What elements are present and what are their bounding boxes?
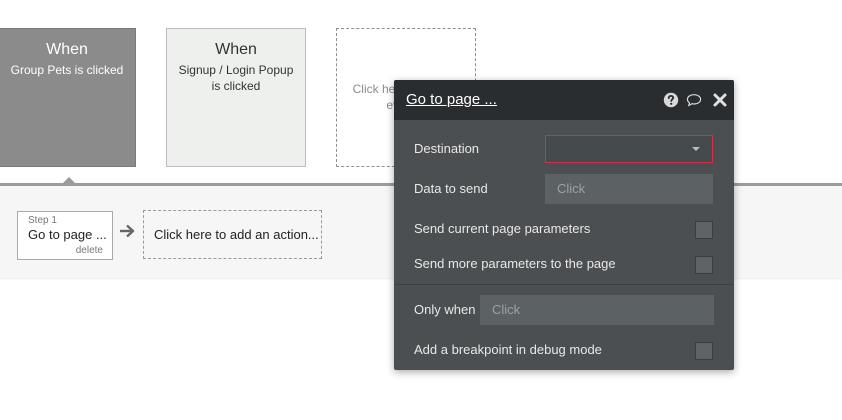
step-number: Step 1 [28,215,57,226]
send-current-params-checkbox[interactable] [695,221,713,239]
only-when-field[interactable]: Click [480,295,714,325]
event-when-label: When [215,41,257,58]
step-title: Go to page ... [28,227,107,242]
data-to-send-field[interactable]: Click [545,174,713,204]
send-more-params-label: Send more parameters to the page [414,256,616,271]
event-description: Group Pets is clicked [10,63,124,77]
add-action-button[interactable]: Click here to add an action... [143,210,322,259]
arrow-right-icon [120,224,135,238]
only-when-label: Only when [414,302,476,317]
event-description: Signup / Login Popup is clicked [178,63,294,93]
event-when-label: When [46,41,88,58]
event-card-signup-login[interactable]: When Signup / Login Popup is clicked [166,28,306,167]
breakpoint-checkbox[interactable] [695,342,713,360]
step-1-card[interactable]: Step 1 Go to page ... delete [17,211,113,260]
action-property-editor: Go to page ... Destination Data to send … [394,80,734,370]
step-delete-link[interactable]: delete [76,245,103,256]
popup-title[interactable]: Go to page ... [406,91,497,108]
help-icon[interactable] [663,92,679,108]
chevron-down-icon [692,147,700,151]
section-divider [394,284,734,285]
send-more-params-checkbox[interactable] [695,256,713,274]
popup-header: Go to page ... [394,80,734,120]
destination-dropdown[interactable] [545,135,713,163]
destination-label: Destination [414,141,480,156]
breakpoint-label: Add a breakpoint in debug mode [414,342,602,357]
comment-icon[interactable] [686,92,702,108]
data-to-send-label: Data to send [414,181,488,196]
event-card-group-pets[interactable]: When Group Pets is clicked [0,28,136,167]
close-icon[interactable] [712,92,728,108]
send-current-params-label: Send current page parameters [414,221,591,236]
